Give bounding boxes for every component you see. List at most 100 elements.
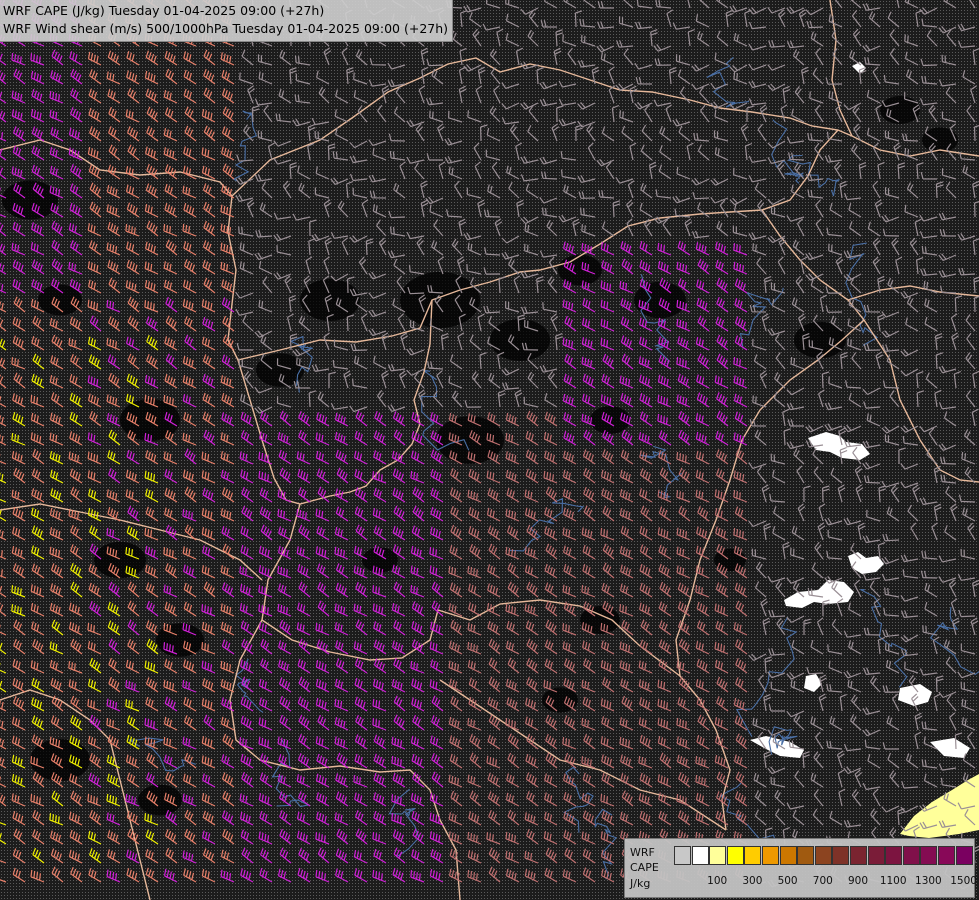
wind-barb-icon: [960, 548, 976, 560]
wind-barb-icon: [850, 694, 862, 712]
wind-barb-icon: [639, 374, 653, 389]
wind-barb-icon: [458, 66, 467, 85]
wind-barb-icon: [31, 507, 45, 522]
wind-barb-icon: [524, 489, 539, 503]
wind-barb-icon: [163, 261, 178, 275]
wind-barb-icon: [0, 585, 7, 598]
wind-barb-icon: [335, 127, 349, 142]
wind-barb-icon: [31, 259, 45, 275]
wind-barb-icon: [802, 751, 810, 769]
wind-barb-icon: [659, 752, 672, 769]
wind-barb-icon: [323, 256, 330, 275]
wind-barb-icon: [916, 390, 925, 408]
wind-barb-icon: [948, 579, 957, 598]
wind-barb-icon: [222, 828, 235, 845]
wind-barb-icon: [848, 203, 862, 218]
wind-barb-icon: [107, 221, 121, 237]
wind-barb-icon: [393, 505, 406, 522]
wind-barb-icon: [279, 714, 292, 731]
wind-barb-icon: [411, 697, 425, 712]
wind-barb-icon: [11, 793, 26, 807]
wind-barb-icon: [695, 678, 710, 693]
wind-barb-icon: [373, 734, 387, 750]
wind-barb-icon: [828, 376, 843, 389]
wind-barb-icon: [203, 714, 216, 731]
wind-barb-icon: [354, 430, 368, 446]
wind-barb-icon: [381, 332, 390, 351]
wind-barb-icon: [389, 151, 406, 161]
wind-barb-icon: [241, 49, 254, 66]
wind-barb-icon: [258, 831, 273, 845]
wind-barb-icon: [501, 368, 520, 376]
wind-barb-icon: [220, 432, 235, 446]
wind-barb-icon: [545, 714, 558, 731]
wind-barb-icon: [729, 64, 748, 73]
wind-barb-icon: [773, 391, 786, 408]
wind-barb-icon: [963, 429, 976, 446]
wind-barb-icon: [558, 118, 577, 127]
wind-barb-icon: [836, 750, 845, 769]
wind-barb-icon: [735, 733, 748, 750]
wind-barb-icon: [145, 829, 159, 845]
wind-barb-icon: [640, 144, 653, 161]
wind-barb-icon: [696, 601, 710, 617]
wind-barb-icon: [221, 126, 235, 142]
wind-barb-icon: [716, 296, 729, 313]
wind-barb-icon: [288, 294, 297, 313]
wind-barb-icon: [650, 29, 658, 47]
wind-barb-icon: [795, 275, 805, 294]
wind-barb-icon: [813, 789, 824, 807]
wind-barb-icon: [273, 212, 292, 220]
wind-barb-icon: [715, 810, 729, 826]
wind-barb-icon: [426, 153, 443, 161]
legend-swatch: [709, 846, 727, 865]
wind-barb-icon: [0, 356, 7, 370]
wind-barb-icon: [950, 313, 958, 332]
map-area[interactable]: [0, 0, 979, 900]
wind-barb-icon: [106, 394, 121, 408]
wind-barb-icon: [922, 625, 938, 636]
wind-barb-icon: [222, 315, 235, 332]
wind-barb-icon: [616, 40, 634, 48]
wind-barb-icon: [11, 450, 26, 465]
map-canvas[interactable]: [0, 0, 979, 900]
wind-barb-icon: [867, 754, 881, 769]
wind-barb-icon: [51, 619, 64, 636]
wind-barb-icon: [184, 486, 197, 503]
wind-barb-icon: [411, 525, 425, 541]
wind-barb-icon: [323, 199, 332, 218]
river-line: [271, 739, 311, 808]
wind-barb-icon: [676, 261, 691, 275]
wind-barb-icon: [488, 638, 501, 655]
wind-barb-icon: [793, 713, 805, 731]
border-hungary-south: [261, 503, 731, 831]
wind-barb-icon: [68, 337, 83, 351]
wind-barb-icon: [881, 805, 900, 813]
wind-barb-icon: [201, 660, 216, 674]
wind-barb-icon: [298, 733, 311, 750]
wind-barb-icon: [183, 146, 197, 161]
wind-barb-icon: [540, 20, 557, 28]
wind-barb-icon: [831, 618, 843, 636]
wind-barb-icon: [294, 94, 311, 104]
wind-barb-icon: [486, 0, 501, 9]
wind-barb-icon: [203, 87, 216, 104]
wind-barb-icon: [577, 175, 596, 183]
wind-barb-icon: [393, 182, 406, 199]
wind-barb-icon: [544, 563, 558, 579]
wind-barb-icon: [70, 240, 83, 256]
wind-barb-icon: [0, 454, 7, 465]
terrain-blob: [94, 541, 146, 579]
wind-barb-icon: [958, 494, 976, 503]
wind-barb-icon: [345, 180, 354, 199]
wind-barb-icon: [867, 221, 881, 237]
wind-barb-icon: [488, 809, 501, 826]
wind-barb-icon: [126, 849, 140, 864]
wind-barb-icon: [251, 105, 260, 123]
wind-barb-icon: [960, 643, 976, 655]
wind-barb-icon: [32, 448, 45, 465]
wind-barb-icon: [829, 202, 843, 218]
wind-barb-icon: [298, 638, 311, 655]
wind-barb-icon: [699, 0, 710, 9]
wind-barb-icon: [469, 752, 482, 769]
